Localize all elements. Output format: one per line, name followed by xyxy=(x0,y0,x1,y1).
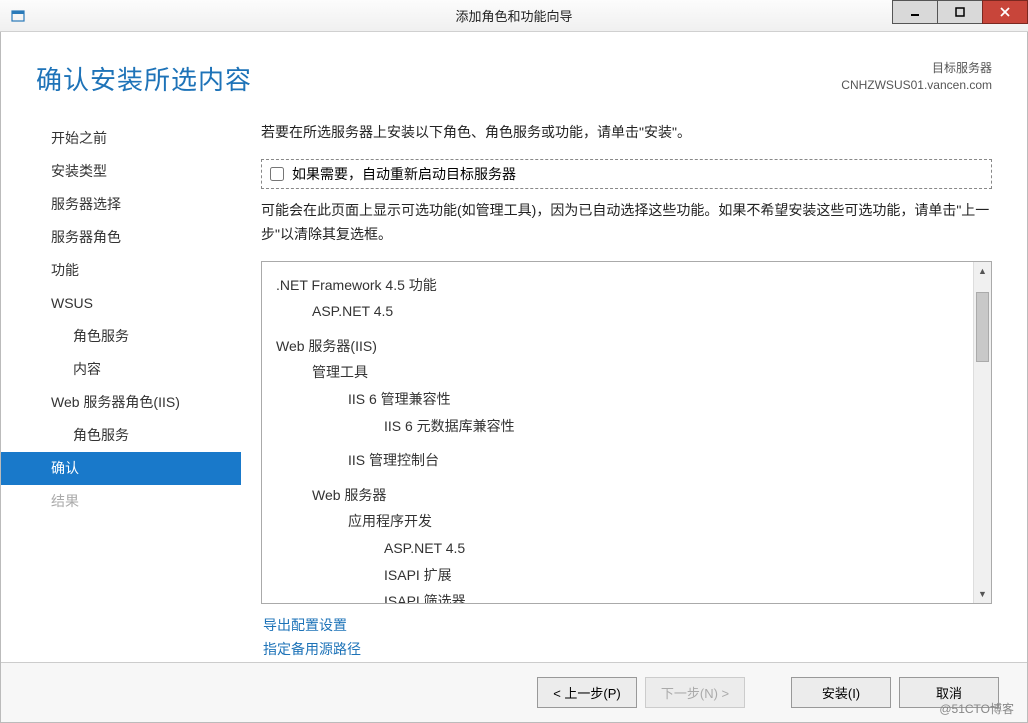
sidebar-item: 结果 xyxy=(1,485,241,518)
next-button: 下一步(N) > xyxy=(645,677,745,708)
feature-item: .NET Framework 4.5 功能 xyxy=(276,272,959,299)
watermark: @51CTO博客 xyxy=(939,700,1014,717)
sidebar-item[interactable]: WSUS xyxy=(1,287,241,320)
scroll-up-button[interactable]: ▲ xyxy=(974,262,991,280)
feature-item: Web 服务器 xyxy=(312,482,959,509)
feature-item: Web 服务器(IIS) xyxy=(276,333,959,360)
previous-button[interactable]: < 上一步(P) xyxy=(537,677,637,708)
feature-item: ISAPI 扩展 xyxy=(384,562,959,589)
scrollbar[interactable]: ▲ ▼ xyxy=(973,262,991,604)
close-button[interactable] xyxy=(982,0,1028,24)
feature-list: .NET Framework 4.5 功能ASP.NET 4.5Web 服务器(… xyxy=(262,262,973,604)
sidebar-item[interactable]: 安装类型 xyxy=(1,155,241,188)
alt-source-link[interactable]: 指定备用源路径 xyxy=(263,638,992,662)
sidebar-item[interactable]: 功能 xyxy=(1,254,241,287)
feature-item: ASP.NET 4.5 xyxy=(312,298,959,325)
maximize-button[interactable] xyxy=(937,0,983,24)
sidebar-item[interactable]: 开始之前 xyxy=(1,122,241,155)
button-bar: < 上一步(P) 下一步(N) > 安装(I) 取消 xyxy=(1,662,1027,722)
header-area: 确认安装所选内容 目标服务器 CNHZWSUS01.vancen.com xyxy=(1,32,1027,107)
sidebar-item[interactable]: 角色服务 xyxy=(1,419,241,452)
sidebar-item[interactable]: 确认 xyxy=(1,452,241,485)
export-config-link[interactable]: 导出配置设置 xyxy=(263,614,992,638)
feature-item: IIS 管理控制台 xyxy=(348,447,959,474)
sidebar-item[interactable]: 服务器选择 xyxy=(1,188,241,221)
feature-item: IIS 6 元数据库兼容性 xyxy=(384,413,959,440)
window-controls xyxy=(893,0,1028,24)
sidebar-item[interactable]: 服务器角色 xyxy=(1,221,241,254)
main-panel: 若要在所选服务器上安装以下角色、角色服务或功能，请单击"安装"。 如果需要，自动… xyxy=(241,107,1002,662)
auto-restart-label: 如果需要，自动重新启动目标服务器 xyxy=(292,164,516,184)
feature-list-container: .NET Framework 4.5 功能ASP.NET 4.5Web 服务器(… xyxy=(261,261,992,605)
intro-text: 若要在所选服务器上安装以下角色、角色服务或功能，请单击"安装"。 xyxy=(261,122,992,143)
target-server: CNHZWSUS01.vancen.com xyxy=(841,77,992,94)
install-button[interactable]: 安装(I) xyxy=(791,677,891,708)
feature-item: 管理工具 xyxy=(312,359,959,386)
wizard-sidebar: 开始之前安装类型服务器选择服务器角色功能WSUS角色服务内容Web 服务器角色(… xyxy=(1,107,241,662)
target-info: 目标服务器 CNHZWSUS01.vancen.com xyxy=(841,60,992,94)
target-label: 目标服务器 xyxy=(841,60,992,77)
dialog-body: 确认安装所选内容 目标服务器 CNHZWSUS01.vancen.com 开始之… xyxy=(0,32,1028,723)
window-title: 添加角色和功能向导 xyxy=(455,6,572,25)
sidebar-item[interactable]: 角色服务 xyxy=(1,320,241,353)
note-text: 可能会在此页面上显示可选功能(如管理工具)，因为已自动选择这些功能。如果不希望安… xyxy=(261,199,992,247)
content-area: 开始之前安装类型服务器选择服务器角色功能WSUS角色服务内容Web 服务器角色(… xyxy=(1,107,1027,662)
scroll-thumb[interactable] xyxy=(976,292,989,362)
feature-item: IIS 6 管理兼容性 xyxy=(348,386,959,413)
sidebar-item[interactable]: Web 服务器角色(IIS) xyxy=(1,386,241,419)
feature-item: 应用程序开发 xyxy=(348,508,959,535)
page-heading: 确认安装所选内容 xyxy=(36,60,252,97)
auto-restart-checkbox-row[interactable]: 如果需要，自动重新启动目标服务器 xyxy=(261,159,992,189)
titlebar: 添加角色和功能向导 xyxy=(0,0,1028,32)
feature-item: ASP.NET 4.5 xyxy=(384,535,959,562)
button-spacer xyxy=(753,677,783,708)
scroll-down-button[interactable]: ▼ xyxy=(974,585,991,603)
sidebar-item[interactable]: 内容 xyxy=(1,353,241,386)
minimize-button[interactable] xyxy=(892,0,938,24)
auto-restart-checkbox[interactable] xyxy=(270,167,284,181)
feature-item: ISAPI 筛选器 xyxy=(384,588,959,603)
links-area: 导出配置设置 指定备用源路径 xyxy=(261,604,992,662)
app-icon xyxy=(10,8,26,24)
